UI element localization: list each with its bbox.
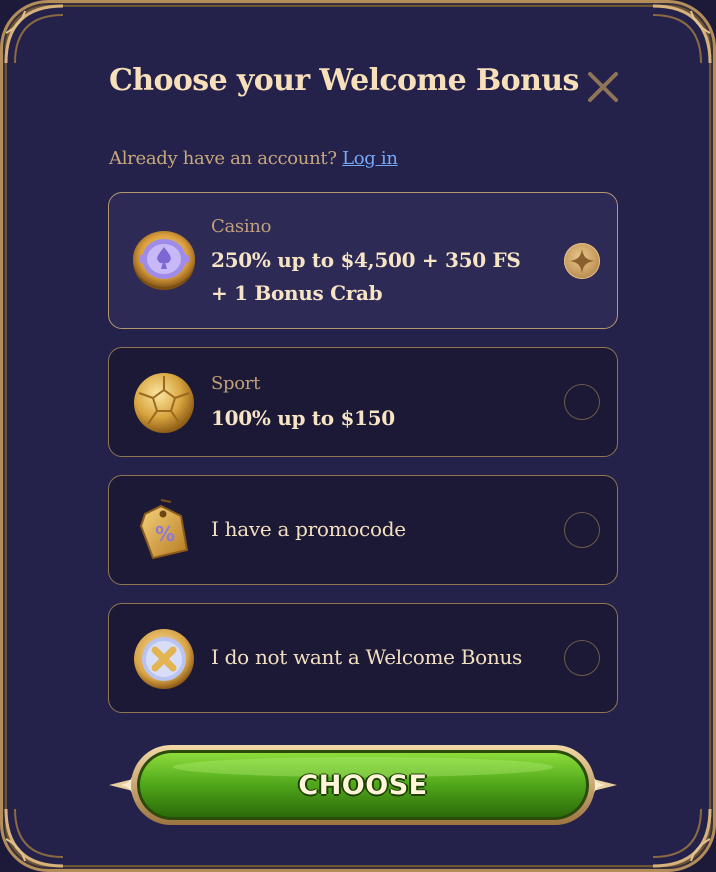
bonus-option-casino[interactable]: Casino 250% up to $4,500 + 350 FS + 1 Bo…: [108, 192, 618, 329]
option-title: 100% up to $150: [211, 406, 395, 430]
corner-ornament: [4, 4, 64, 64]
option-label: I do not want a Welcome Bonus: [211, 645, 522, 669]
choose-button-label: CHOOSE: [298, 769, 428, 801]
star-icon: [570, 249, 594, 273]
bonus-option-promocode[interactable]: % I have a promocode: [108, 475, 618, 585]
option-label: I have a promocode: [211, 517, 406, 541]
corner-ornament: [652, 4, 712, 64]
corner-ornament: [4, 808, 64, 868]
choose-button[interactable]: CHOOSE: [107, 743, 619, 827]
account-prompt-text: Already have an account?: [109, 148, 337, 169]
no-bonus-coin-icon: [134, 629, 194, 689]
promo-tag-icon: %: [139, 499, 189, 560]
radio-selected[interactable]: [564, 243, 600, 279]
close-icon: [588, 72, 618, 102]
modal-title: Choose your Welcome Bonus: [109, 63, 579, 98]
account-prompt-line: Already have an account? Log in: [109, 148, 398, 169]
login-link[interactable]: Log in: [342, 148, 398, 169]
corner-ornament: [652, 808, 712, 868]
bonus-option-no-bonus[interactable]: I do not want a Welcome Bonus: [108, 603, 618, 713]
bonus-option-sport[interactable]: Sport 100% up to $150: [108, 347, 618, 457]
radio-unselected[interactable]: [564, 640, 600, 676]
svg-text:%: %: [155, 522, 175, 546]
close-button[interactable]: [583, 67, 623, 107]
radio-unselected[interactable]: [564, 512, 600, 548]
radio-unselected[interactable]: [564, 384, 600, 420]
casino-chip-icon: [133, 231, 195, 290]
option-title: 250% up to $4,500 + 350 FS + 1 Bonus Cra…: [211, 248, 521, 305]
welcome-bonus-modal: Choose your Welcome Bonus Already have a…: [0, 0, 716, 872]
soccer-ball-icon: [134, 373, 194, 433]
option-category: Sport: [211, 373, 261, 394]
option-category: Casino: [211, 216, 272, 237]
